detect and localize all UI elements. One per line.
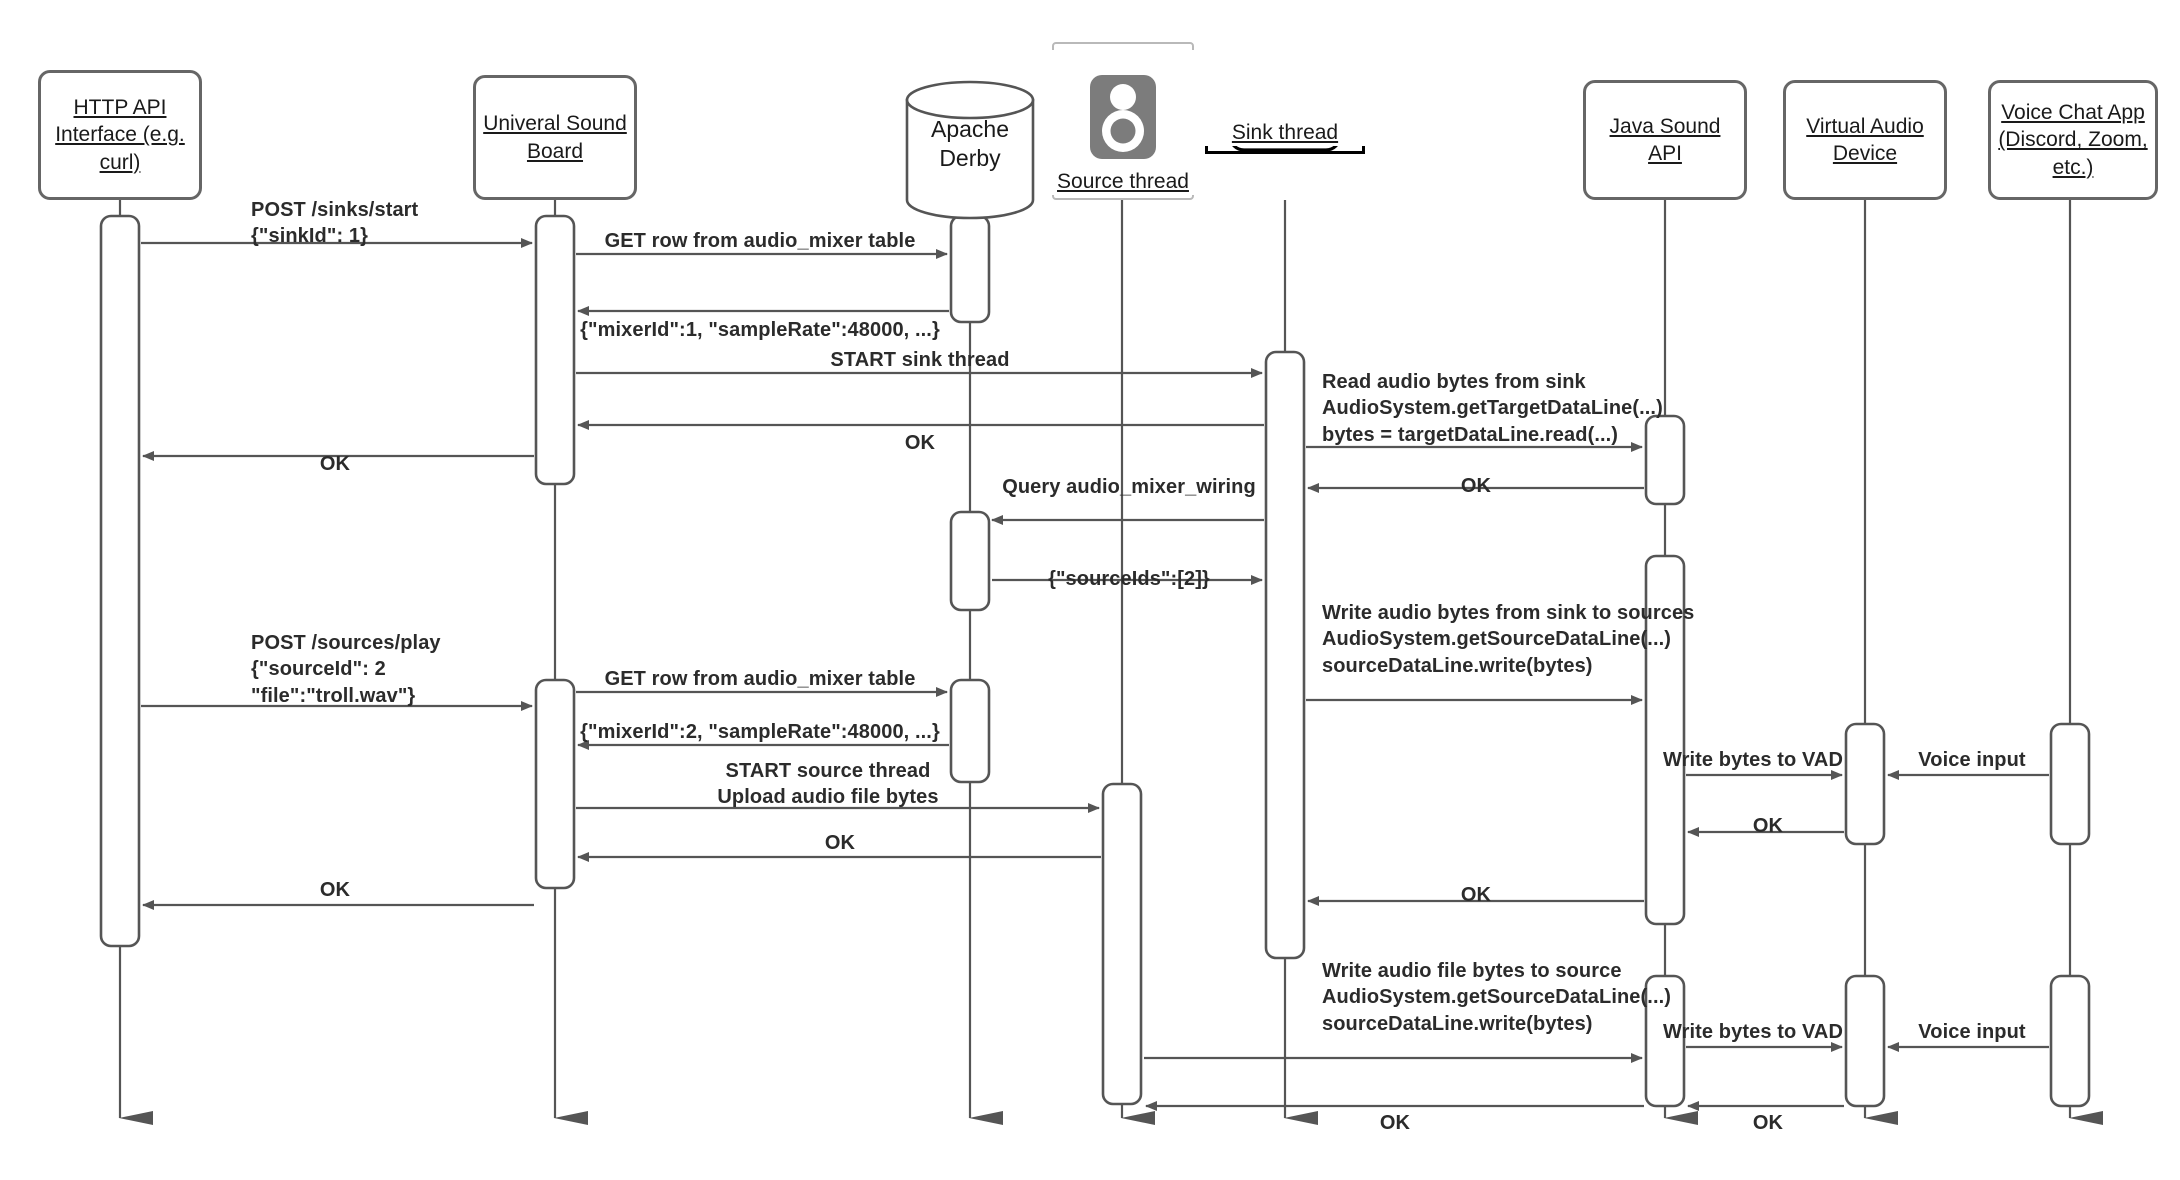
participant-http-api[interactable]: HTTP API Interface (e.g. curl) (38, 70, 202, 200)
activation-vad-1 (1844, 722, 1886, 846)
activation-vad-2 (1844, 974, 1886, 1108)
activation-sound-board-2 (534, 678, 576, 890)
message-label-m23: Write bytes to VAD (1663, 1021, 1843, 1043)
activation-source-thread-1 (1101, 782, 1143, 1106)
message-label-m22: Write audio file bytes to source AudioSy… (1322, 960, 1672, 1035)
message-label-m25: OK (1379, 1112, 1411, 1134)
participant-vad[interactable]: Virtual Audio Device (1783, 80, 1947, 200)
participant-source-thread-content: Source thread (1052, 50, 1194, 195)
message-label-m12: POST /sources/play {"sourceId": 2 "file"… (251, 632, 441, 707)
participant-sound-board-label-1: Univeral Sound (483, 112, 627, 136)
activation-derby-3 (949, 678, 991, 784)
message-label-m16: Write bytes to VAD (1663, 749, 1843, 771)
participant-sink-thread-content: Sink thread (1205, 42, 1365, 146)
message-label-m4: START sink thread (830, 349, 1010, 371)
message-label-m17: Voice input (1918, 749, 2026, 771)
activation-http-api-1 (99, 214, 141, 948)
participant-vad-label-2: Device (1832, 142, 1898, 165)
message-label-m18: OK (824, 832, 856, 854)
participant-derby-label-2: Derby (939, 144, 1001, 171)
message-label-m21: OK (1460, 884, 1492, 906)
participant-voice-chat[interactable]: Voice Chat App (Discord, Zoom, etc.) (1988, 80, 2158, 200)
participant-java-sound[interactable]: Java Sound API (1583, 80, 1747, 200)
participant-http-api-label-3: curl) (99, 150, 141, 174)
participant-voice-chat-label-1: Voice Chat App (2001, 101, 2145, 125)
message-label-m1: POST /sinks/start {"sinkId": 1} (251, 199, 419, 248)
participant-sound-board[interactable]: Univeral Sound Board (473, 75, 637, 200)
participant-voice-chat-label-2: (Discord, Zoom, (1998, 128, 2148, 152)
message-label-m24: Voice input (1918, 1021, 2026, 1043)
message-label-m15: START source thread Upload audio file by… (717, 760, 939, 809)
speaker-icon (1090, 74, 1156, 159)
message-label-m3: {"mixerId":1, "sampleRate":48000, ...} (580, 319, 940, 341)
sequence-diagram-canvas: HTTP API Interface (e.g. curl) Univeral … (0, 0, 2180, 1180)
participant-sink-thread-label: Sink thread (1231, 120, 1339, 144)
message-label-m7: OK (319, 453, 351, 475)
activation-sound-board-1 (534, 214, 576, 486)
participant-derby-label-1: Apache (930, 116, 1009, 142)
participant-source-thread-label: Source thread (1057, 169, 1189, 193)
message-label-m20: OK (319, 879, 351, 901)
message-label-m6: OK (904, 432, 936, 454)
message-label-m13: GET row from audio_mixer table (604, 668, 916, 690)
message-label-m14: {"mixerId":2, "sampleRate":48000, ...} (580, 721, 940, 743)
message-label-m26: OK (1752, 1112, 1784, 1134)
message-label-m11: Write audio bytes from sink to sources A… (1322, 602, 1695, 677)
activation-voice-chat-2 (2049, 974, 2091, 1108)
participant-voice-chat-label-3: etc.) (2052, 155, 2094, 179)
activation-derby-1 (949, 214, 991, 324)
message-label-m19: OK (1752, 815, 1784, 837)
participant-derby-label: Apache Derby (890, 115, 1050, 173)
message-label-m5: Read audio bytes from sink AudioSystem.g… (1322, 371, 1663, 446)
participant-vad-label-1: Virtual Audio (1806, 114, 1924, 138)
activation-derby-2 (949, 510, 991, 612)
activation-voice-chat-1 (2049, 722, 2091, 846)
participant-http-api-label-1: HTTP API (73, 96, 167, 120)
message-label-m9: Query audio_mixer_wiring (1002, 476, 1256, 498)
message-label-m2: GET row from audio_mixer table (604, 230, 916, 252)
participant-http-api-label-2: Interface (e.g. (55, 123, 185, 147)
participant-sound-board-label-2: Board (526, 139, 584, 163)
participant-java-sound-label: Java Sound API (1609, 114, 1721, 165)
activation-sink-thread-1 (1264, 350, 1306, 960)
message-label-m10: {"sourceIds":[2]} (1048, 568, 1210, 590)
message-label-m8: OK (1460, 475, 1492, 497)
